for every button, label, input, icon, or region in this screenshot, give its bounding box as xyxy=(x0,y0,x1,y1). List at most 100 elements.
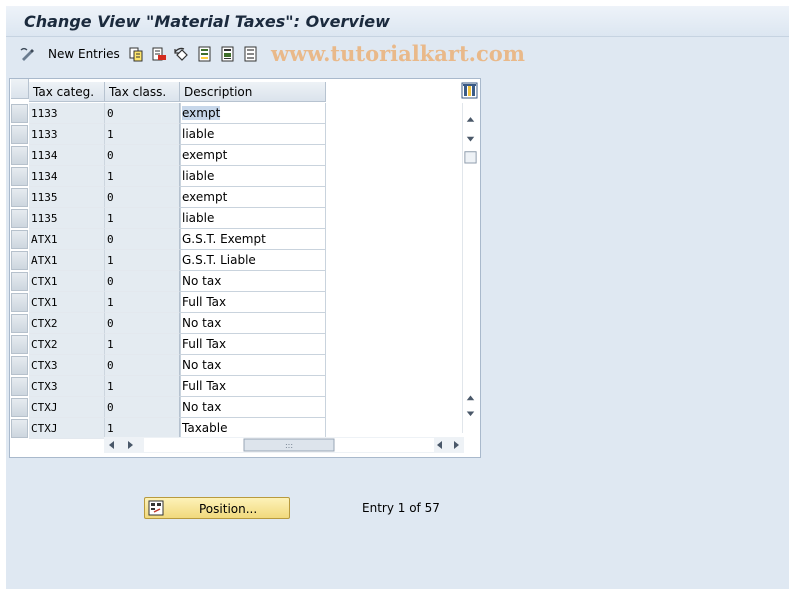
cell-tax-class: 1 xyxy=(105,418,180,439)
row-selector[interactable] xyxy=(11,293,28,312)
cell-description-input[interactable]: No tax xyxy=(180,397,326,418)
new-entries-button[interactable]: New Entries xyxy=(48,47,120,61)
position-icon xyxy=(148,500,164,516)
cell-tax-class: 0 xyxy=(105,103,180,124)
cell-description-input[interactable]: liable xyxy=(180,208,326,229)
cell-description-text: Full Tax xyxy=(182,379,227,393)
cell-tax-categ: ATX1 xyxy=(29,250,105,271)
cell-tax-categ: CTX1 xyxy=(29,271,105,292)
row-selector[interactable] xyxy=(11,251,28,270)
cell-tax-categ: CTX3 xyxy=(29,376,105,397)
row-selector[interactable] xyxy=(11,188,28,207)
cell-description-input[interactable]: G.S.T. Liable xyxy=(180,250,326,271)
table-row[interactable]: 1134 0 exempt xyxy=(10,145,326,166)
page-up-icon xyxy=(466,395,475,401)
table-row[interactable]: 1135 1 liable xyxy=(10,208,326,229)
cell-description-text: G.S.T. Liable xyxy=(182,253,256,267)
cell-description-input[interactable]: liable xyxy=(180,166,326,187)
header-tax-class[interactable]: Tax class. xyxy=(105,82,180,102)
cell-description-text: No tax xyxy=(182,400,222,414)
cell-description-input[interactable]: Full Tax xyxy=(180,334,326,355)
row-selector[interactable] xyxy=(11,335,28,354)
position-button-label: Position... xyxy=(199,502,258,516)
row-selector[interactable] xyxy=(11,167,28,186)
cell-tax-categ: CTXJ xyxy=(29,397,105,418)
table-row[interactable]: 1135 0 exempt xyxy=(10,187,326,208)
cell-tax-class: 1 xyxy=(105,292,180,313)
cell-tax-class: 1 xyxy=(105,124,180,145)
cell-description-input[interactable]: Taxable xyxy=(180,418,326,439)
cell-description-text: Taxable xyxy=(182,421,228,435)
cell-description-text: liable xyxy=(182,169,215,183)
table-row[interactable]: CTX3 1 Full Tax xyxy=(10,376,326,397)
table-row[interactable]: CTX1 0 No tax xyxy=(10,271,326,292)
cell-description-input[interactable]: G.S.T. Exempt xyxy=(180,229,326,250)
delete-icon[interactable] xyxy=(151,46,167,62)
table-row[interactable]: 1134 1 liable xyxy=(10,166,326,187)
cell-description-input[interactable]: Full Tax xyxy=(180,376,326,397)
row-selector[interactable] xyxy=(11,230,28,249)
cell-tax-class: 0 xyxy=(105,355,180,376)
row-selector[interactable] xyxy=(11,377,28,396)
cell-tax-categ: 1135 xyxy=(29,187,105,208)
cell-description-input[interactable]: Full Tax xyxy=(180,292,326,313)
cell-description-input[interactable]: No tax xyxy=(180,313,326,334)
table-row[interactable]: ATX1 0 G.S.T. Exempt xyxy=(10,229,326,250)
row-selector[interactable] xyxy=(11,209,28,228)
table-row[interactable]: 1133 1 liable xyxy=(10,124,326,145)
row-selector[interactable] xyxy=(11,356,28,375)
cell-tax-class: 0 xyxy=(105,313,180,334)
row-selector[interactable] xyxy=(11,125,28,144)
header-tax-categ[interactable]: Tax categ. xyxy=(29,82,105,102)
cell-description-input[interactable]: exmpt xyxy=(180,103,326,124)
cell-tax-categ: CTX3 xyxy=(29,355,105,376)
row-selector[interactable] xyxy=(11,146,28,165)
position-button[interactable]: Position... xyxy=(144,497,290,519)
cell-description-input[interactable]: liable xyxy=(180,124,326,145)
cell-description-input[interactable]: exempt xyxy=(180,145,326,166)
table-row[interactable]: CTX2 1 Full Tax xyxy=(10,334,326,355)
cell-description-text: No tax xyxy=(182,316,222,330)
row-selector[interactable] xyxy=(11,314,28,333)
select-block-icon[interactable] xyxy=(220,46,236,62)
cell-description-text: No tax xyxy=(182,274,222,288)
deselect-all-icon[interactable] xyxy=(243,46,259,62)
table-row[interactable]: ATX1 1 G.S.T. Liable xyxy=(10,250,326,271)
cell-description-input[interactable]: No tax xyxy=(180,271,326,292)
cell-tax-class: 1 xyxy=(105,166,180,187)
cell-tax-categ: 1133 xyxy=(29,103,105,124)
cell-tax-categ: 1134 xyxy=(29,166,105,187)
header-description[interactable]: Description xyxy=(180,82,326,102)
copy-icon[interactable] xyxy=(128,46,144,62)
table-row[interactable]: CTXJ 0 No tax xyxy=(10,397,326,418)
select-all-icon[interactable] xyxy=(197,46,213,62)
table-row[interactable]: CTX3 0 No tax xyxy=(10,355,326,376)
cell-tax-class: 1 xyxy=(105,208,180,229)
cell-tax-class: 0 xyxy=(105,145,180,166)
edit-pen-icon[interactable] xyxy=(20,46,36,62)
column-settings-icon[interactable] xyxy=(461,82,478,99)
row-selector[interactable] xyxy=(11,104,28,123)
table-row[interactable]: 1133 0 exmpt xyxy=(10,103,326,124)
cell-description-input[interactable]: No tax xyxy=(180,355,326,376)
watermark: www.tutorialkart.com xyxy=(271,41,525,66)
sap-screen: Change View "Material Taxes": Overview N… xyxy=(6,6,789,589)
material-taxes-table: Tax categ. Tax class. Description 1133 0 e… xyxy=(9,78,481,458)
vertical-scrollbar[interactable] xyxy=(462,103,478,433)
page-down-icon xyxy=(466,136,475,142)
cell-tax-categ: ATX1 xyxy=(29,229,105,250)
entry-counter: Entry 1 of 57 xyxy=(362,501,440,515)
cell-description-input[interactable]: exempt xyxy=(180,187,326,208)
table-row[interactable]: CTX2 0 No tax xyxy=(10,313,326,334)
cell-description-text: liable xyxy=(182,211,215,225)
scroll-down-icon xyxy=(466,411,475,417)
table-row[interactable]: CTX1 1 Full Tax xyxy=(10,292,326,313)
table-row[interactable]: CTXJ 1 Taxable xyxy=(10,418,326,439)
row-selector[interactable] xyxy=(11,398,28,417)
row-selector[interactable] xyxy=(11,419,28,438)
undo-icon[interactable] xyxy=(174,46,190,62)
horizontal-scrollbar[interactable]: ::: xyxy=(104,437,464,453)
select-all-rows-button[interactable] xyxy=(11,79,29,99)
row-selector[interactable] xyxy=(11,272,28,291)
cell-description-text: exempt xyxy=(182,190,228,204)
